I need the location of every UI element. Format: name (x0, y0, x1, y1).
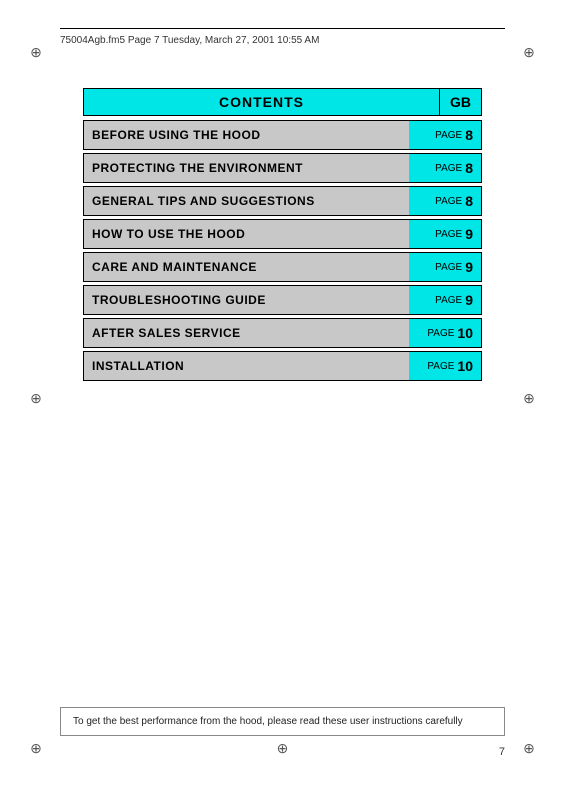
toc-row-0: BEFORE USING THE HOOD PAGE 8 (83, 120, 482, 150)
page-word-4: PAGE (435, 262, 462, 273)
header-bar: 75004Agb.fm5 Page 7 Tuesday, March 27, 2… (60, 28, 505, 46)
toc-label-3: HOW TO USE THE HOOD (84, 220, 409, 248)
toc-page-1: PAGE 8 (409, 154, 481, 182)
toc-page-3: PAGE 9 (409, 220, 481, 248)
page-word-2: PAGE (435, 196, 462, 207)
toc-label-6: AFTER SALES SERVICE (84, 319, 409, 347)
contents-gb-label: GB (439, 88, 482, 116)
toc-row-7: INSTALLATION PAGE 10 (83, 351, 482, 381)
toc-row-5: TROUBLESHOOTING GUIDE PAGE 9 (83, 285, 482, 315)
page-num-2: 8 (465, 193, 473, 209)
toc-page-0: PAGE 8 (409, 121, 481, 149)
page-word-1: PAGE (435, 163, 462, 174)
page-num-6: 10 (457, 325, 473, 341)
cross-bottom-mid: ⊕ (275, 740, 291, 756)
toc-label-0: BEFORE USING THE HOOD (84, 121, 409, 149)
toc-label-5: TROUBLESHOOTING GUIDE (84, 286, 409, 314)
page-number: 7 (499, 746, 505, 758)
page-word-7: PAGE (427, 361, 454, 372)
page-num-4: 9 (465, 259, 473, 275)
toc-label-4: CARE AND MAINTENANCE (84, 253, 409, 281)
toc-row-6: AFTER SALES SERVICE PAGE 10 (83, 318, 482, 348)
toc-label-7: INSTALLATION (84, 352, 409, 380)
page-word-5: PAGE (435, 295, 462, 306)
toc-page-5: PAGE 9 (409, 286, 481, 314)
page-num-3: 9 (465, 226, 473, 242)
cross-top-left: ⊕ (28, 44, 44, 60)
header-filename: 75004Agb.fm5 Page 7 Tuesday, March 27, 2… (60, 35, 505, 46)
page: 75004Agb.fm5 Page 7 Tuesday, March 27, 2… (0, 0, 565, 800)
page-num-5: 9 (465, 292, 473, 308)
cross-bottom-left: ⊕ (28, 740, 44, 756)
cross-mid-left: ⊕ (28, 390, 44, 406)
page-word-6: PAGE (427, 328, 454, 339)
page-word-3: PAGE (435, 229, 462, 240)
toc-page-4: PAGE 9 (409, 253, 481, 281)
page-num-0: 8 (465, 127, 473, 143)
toc-page-6: PAGE 10 (409, 319, 481, 347)
contents-title-row: CONTENTS GB (83, 88, 482, 116)
cross-top-right: ⊕ (521, 44, 537, 60)
toc-label-1: PROTECTING THE ENVIRONMENT (84, 154, 409, 182)
toc-row-2: GENERAL TIPS AND SUGGESTIONS PAGE 8 (83, 186, 482, 216)
toc-row-1: PROTECTING THE ENVIRONMENT PAGE 8 (83, 153, 482, 183)
cross-bottom-right: ⊕ (521, 740, 537, 756)
toc-page-7: PAGE 10 (409, 352, 481, 380)
toc-row-3: HOW TO USE THE HOOD PAGE 9 (83, 219, 482, 249)
page-num-7: 10 (457, 358, 473, 374)
content-area: CONTENTS GB BEFORE USING THE HOOD PAGE 8… (83, 88, 482, 384)
page-word-0: PAGE (435, 130, 462, 141)
toc-page-2: PAGE 8 (409, 187, 481, 215)
page-num-1: 8 (465, 160, 473, 176)
contents-title: CONTENTS (83, 88, 439, 116)
toc-row-4: CARE AND MAINTENANCE PAGE 9 (83, 252, 482, 282)
cross-mid-right: ⊕ (521, 390, 537, 406)
bottom-note: To get the best performance from the hoo… (60, 707, 505, 736)
toc-label-2: GENERAL TIPS AND SUGGESTIONS (84, 187, 409, 215)
